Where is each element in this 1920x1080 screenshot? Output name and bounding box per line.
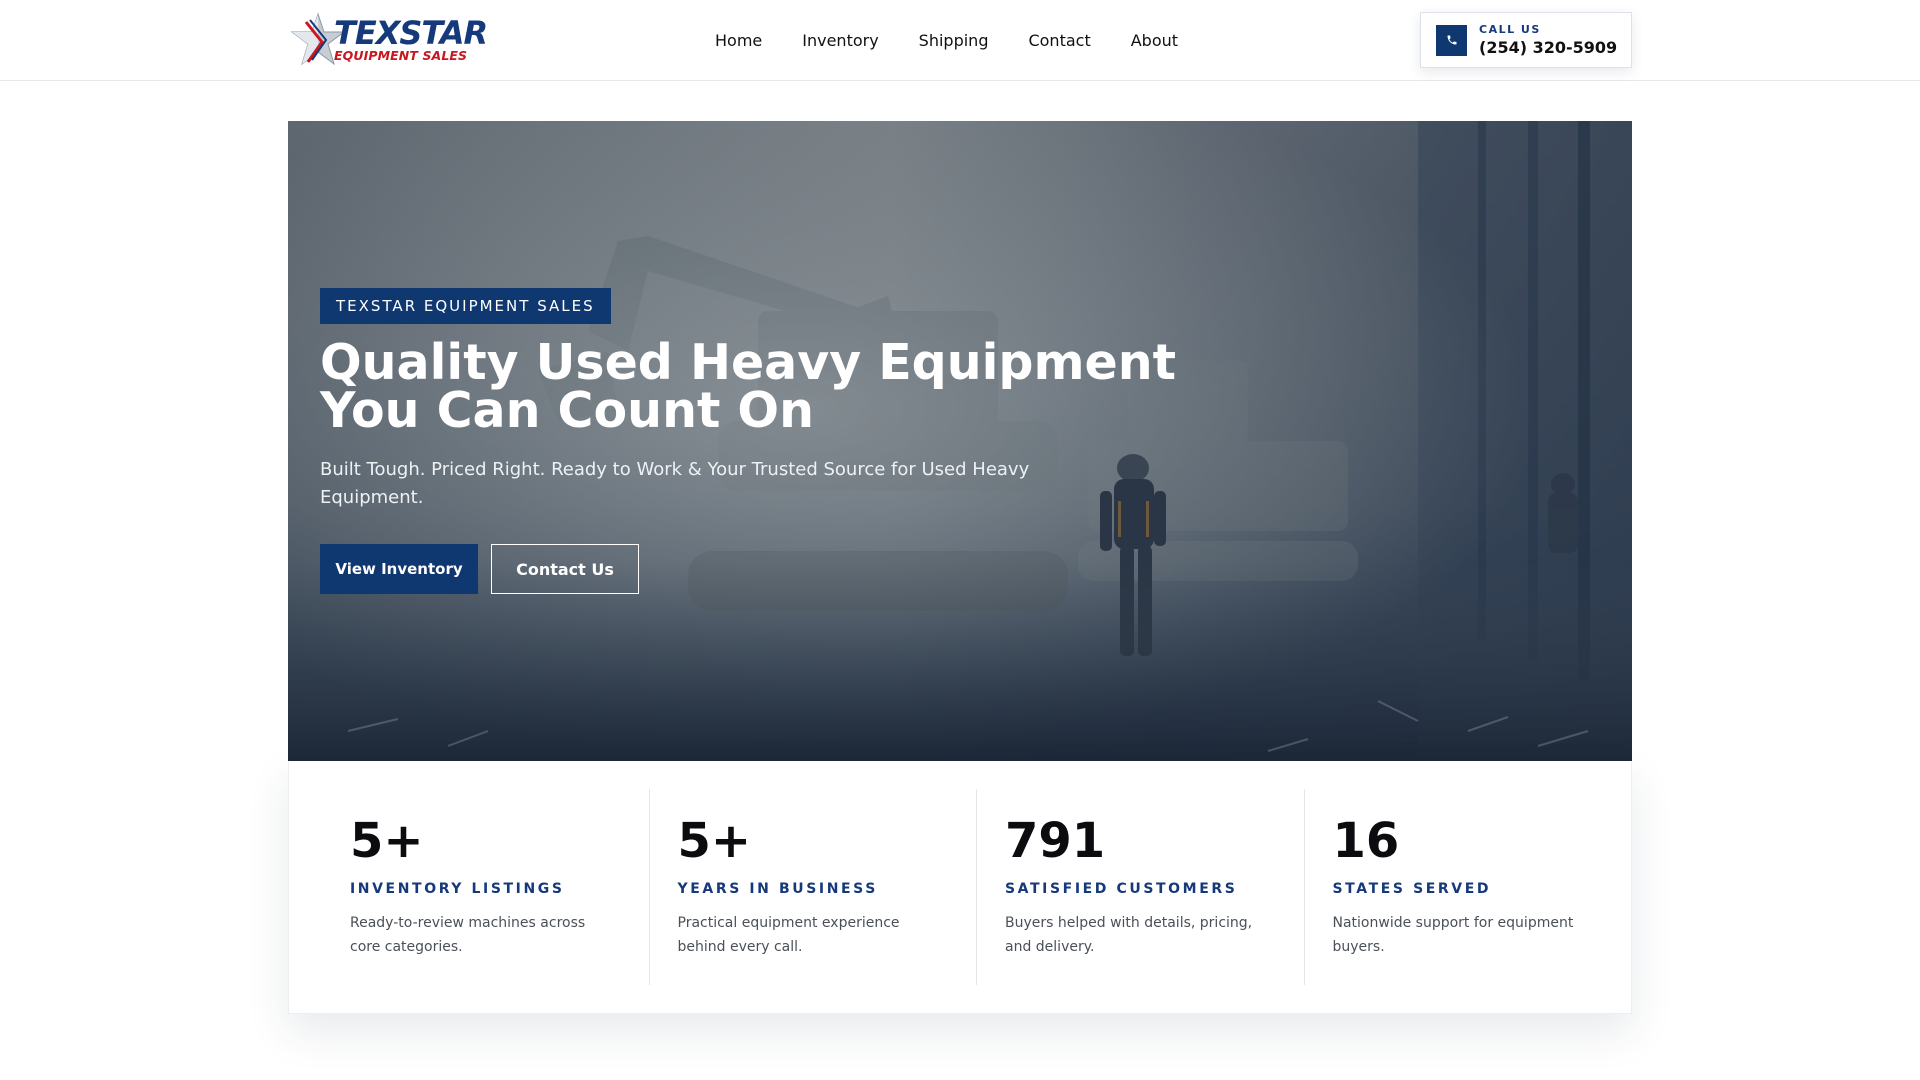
hero-banner: TEXSTAR EQUIPMENT SALES Quality Used Hea… <box>288 121 1632 761</box>
nav-inventory[interactable]: Inventory <box>802 31 878 50</box>
logo-wordmark: TEXSTAR <box>334 14 488 53</box>
hero-badge: TEXSTAR EQUIPMENT SALES <box>320 288 611 324</box>
phone-icon <box>1436 24 1467 56</box>
stat-years-in-business: 5+ YEARS IN BUSINESS Practical equipment… <box>648 789 977 985</box>
logo-tagline: EQUIPMENT SALES <box>334 48 468 64</box>
stats-panel: 5+ INVENTORY LISTINGS Ready-to-review ma… <box>288 761 1632 1014</box>
contact-us-button[interactable]: Contact Us <box>491 544 639 594</box>
nav-home[interactable]: Home <box>715 31 762 50</box>
nav-shipping[interactable]: Shipping <box>919 31 989 50</box>
view-inventory-button[interactable]: View Inventory <box>320 544 478 594</box>
stat-label: INVENTORY LISTINGS <box>350 881 565 897</box>
call-us-button[interactable]: CALL US (254) 320-5909 <box>1420 12 1632 68</box>
stat-value: 791 <box>1005 813 1106 869</box>
hero-background-image <box>288 121 1632 761</box>
hero-subtitle: Built Tough. Priced Right. Ready to Work… <box>320 459 1030 508</box>
stat-label: YEARS IN BUSINESS <box>677 881 878 897</box>
phone-number: (254) 320-5909 <box>1479 37 1618 57</box>
stat-states-served: 16 STATES SERVED Nationwide support for … <box>1303 789 1632 985</box>
hero-title: Quality Used Heavy Equipment You Can Cou… <box>320 334 1177 439</box>
call-label: CALL US <box>1479 22 1541 36</box>
stat-description: Nationwide support for equipment buyers. <box>1332 915 1574 955</box>
stat-label: SATISFIED CUSTOMERS <box>1005 881 1238 897</box>
stat-description: Practical equipment experience behind ev… <box>677 915 900 955</box>
stat-label: STATES SERVED <box>1332 881 1492 897</box>
site-header: TEXSTAR EQUIPMENT SALES Home Inventory S… <box>0 0 1920 81</box>
stat-description: Ready-to-review machines across core cat… <box>350 915 586 955</box>
stat-satisfied-customers: 791 SATISFIED CUSTOMERS Buyers helped wi… <box>976 789 1304 985</box>
stat-value: 5+ <box>350 813 424 869</box>
stat-inventory-listings: 5+ INVENTORY LISTINGS Ready-to-review ma… <box>289 789 649 985</box>
stat-value: 16 <box>1332 813 1400 869</box>
nav-contact[interactable]: Contact <box>1028 31 1090 50</box>
nav-about[interactable]: About <box>1131 31 1178 50</box>
logo[interactable]: TEXSTAR EQUIPMENT SALES <box>288 12 510 68</box>
stat-description: Buyers helped with details, pricing, and… <box>1005 915 1253 955</box>
stat-value: 5+ <box>677 813 752 869</box>
main-nav: Home Inventory Shipping Contact About <box>715 26 1178 54</box>
